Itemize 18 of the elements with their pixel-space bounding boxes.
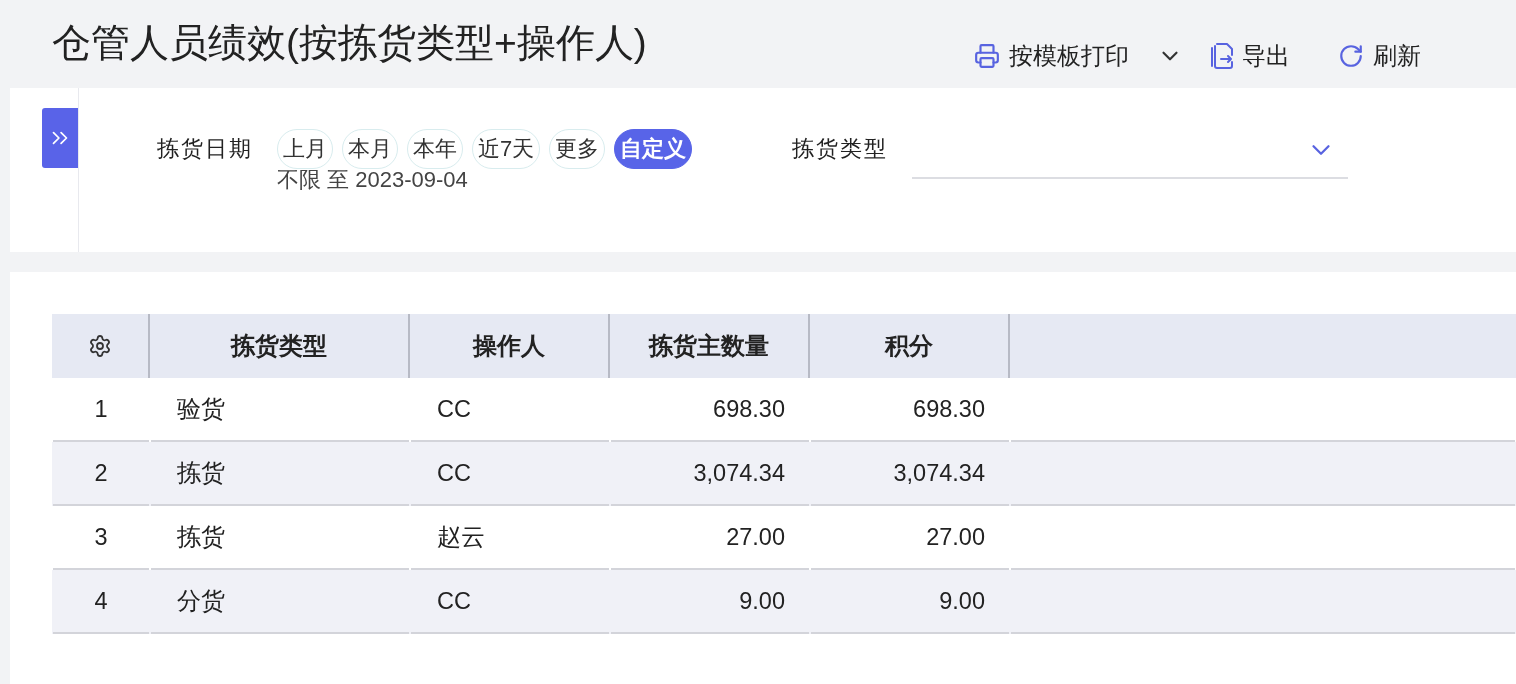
export-icon bbox=[1211, 43, 1233, 69]
refresh-button[interactable]: 刷新 bbox=[1338, 40, 1421, 72]
print-button[interactable]: 按模板打印 bbox=[974, 40, 1129, 72]
table-cell: 分货 bbox=[151, 570, 409, 634]
export-button[interactable]: 导出 bbox=[1211, 40, 1290, 72]
table-cell: 9.00 bbox=[811, 570, 1009, 634]
filter-label: 拣货类型 bbox=[792, 135, 889, 163]
table-cell: 9.00 bbox=[611, 570, 809, 634]
settings-icon[interactable] bbox=[88, 334, 112, 358]
filter-label: 拣货日期 bbox=[157, 135, 253, 163]
table-cell: CC bbox=[411, 570, 609, 634]
row-number: 4 bbox=[53, 570, 149, 634]
date-range-text: 不限 至 2023-09-04 bbox=[277, 167, 468, 193]
printer-icon bbox=[974, 43, 1000, 69]
refresh-icon bbox=[1338, 43, 1364, 69]
page-title: 仓管人员绩效(按拣货类型+操作人) bbox=[52, 20, 647, 66]
date-preset-chip[interactable]: 自定义 bbox=[614, 129, 693, 169]
expand-sidebar-button[interactable] bbox=[42, 108, 78, 168]
